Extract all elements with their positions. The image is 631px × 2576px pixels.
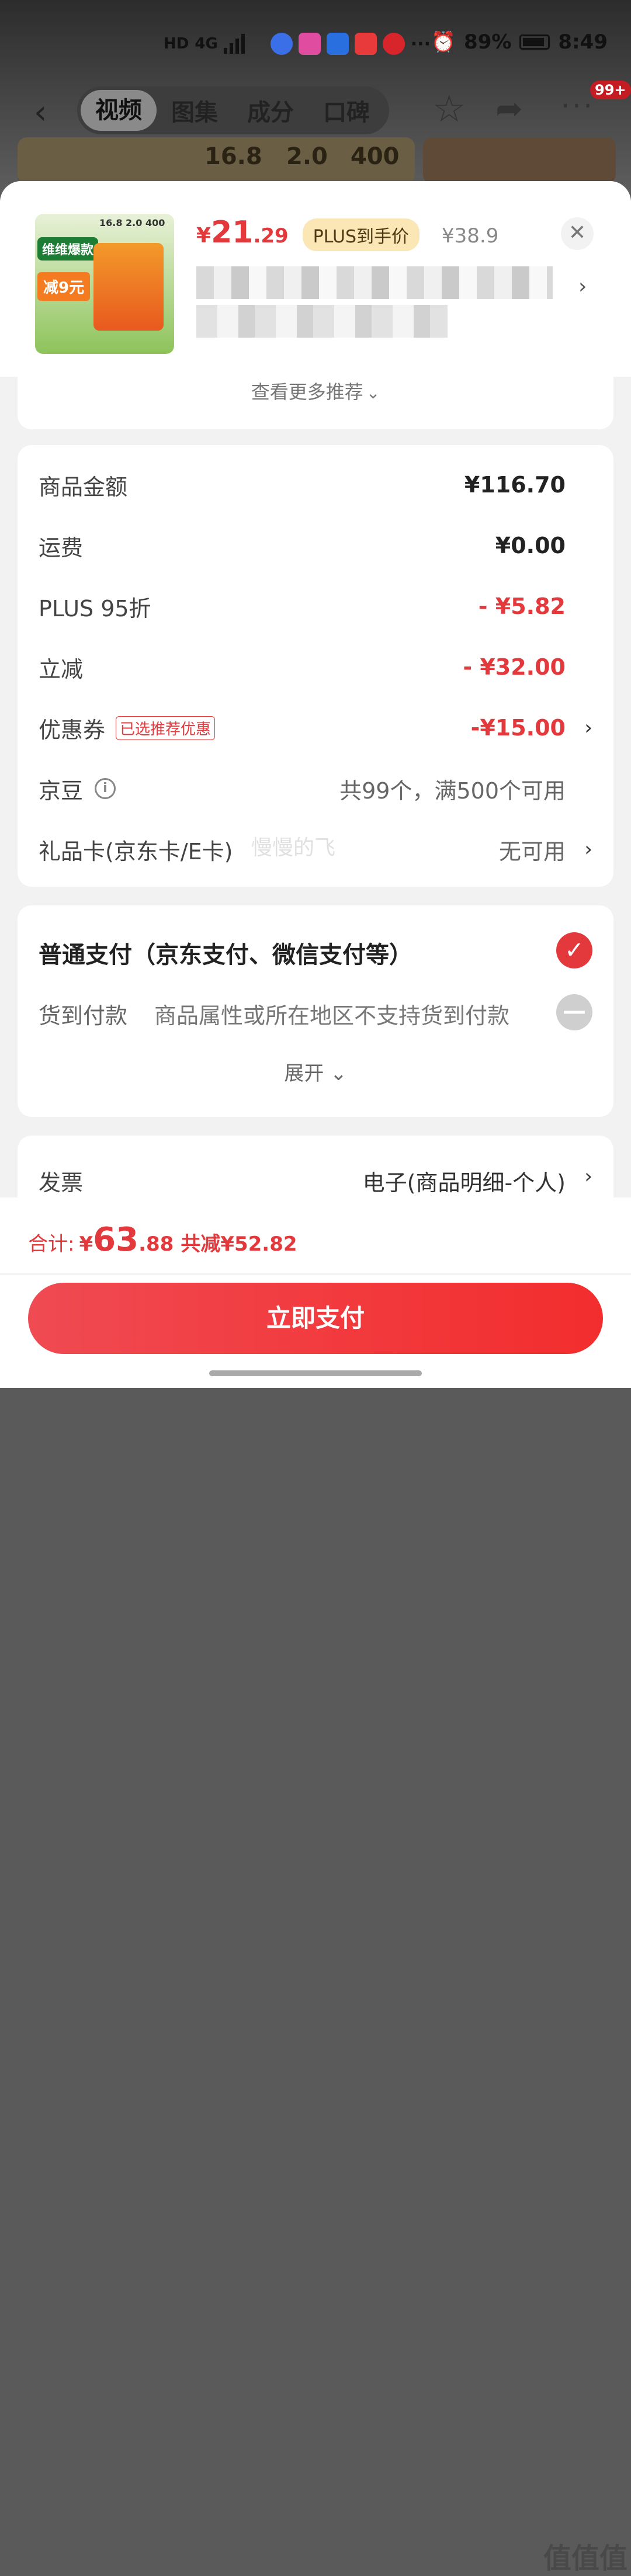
divider xyxy=(0,1273,631,1275)
battery-icon xyxy=(519,34,550,50)
app-notification-icon xyxy=(270,33,293,55)
total-currency: ¥ xyxy=(79,1233,93,1256)
tab-ingredients[interactable]: 成分 xyxy=(233,93,308,127)
payment-method-card: 普通支付（京东支付、微信支付等） ✓ 货到付款 商品属性或所在地区不支持货到付款… xyxy=(18,905,613,1117)
summary-row: 运费 ¥0.00 xyxy=(39,528,592,563)
normal-payment-label[interactable]: 普通支付（京东支付、微信支付等） xyxy=(39,936,412,970)
pay-now-button[interactable]: 立即支付 xyxy=(28,1283,603,1354)
product-thumbnail[interactable]: 16.8 2.0 400 维维爆款 减9元 xyxy=(35,214,174,354)
watermark: 慢慢的飞 xyxy=(251,836,336,860)
price-integer: 21 xyxy=(211,215,254,250)
hero-value: 2.0 xyxy=(286,143,328,170)
row-value: 无可用 xyxy=(498,838,566,865)
hero-value: 400 xyxy=(351,143,400,170)
plus-price-tag: PLUS到手价 xyxy=(302,218,419,251)
favorite-star-icon[interactable]: ☆ xyxy=(432,88,466,131)
check-icon[interactable]: ✓ xyxy=(556,932,592,968)
app-notification-icon xyxy=(298,33,321,55)
signal-icon xyxy=(223,34,247,54)
info-icon[interactable]: i xyxy=(95,778,116,799)
total-integer: 63 xyxy=(93,1221,139,1259)
chevron-right-icon[interactable]: › xyxy=(578,275,587,298)
row-value: ¥116.70 xyxy=(464,472,566,498)
row-value: ¥0.00 xyxy=(495,533,566,558)
alarm-icon: ⏰ xyxy=(431,30,456,54)
price-decimal: .29 xyxy=(253,224,289,248)
row-label: 商品金额 xyxy=(39,474,128,500)
row-label: PLUS 95折 xyxy=(39,595,151,622)
tab-bar: 视频 图集 成分 口碑 xyxy=(77,86,389,134)
disabled-icon: — xyxy=(556,994,592,1030)
invoice-value: 电子(商品明细-个人) xyxy=(362,1170,566,1196)
total-saved: 共减¥52.82 xyxy=(181,1233,297,1256)
chevron-right-icon: › xyxy=(584,716,592,740)
coupon-tag: 已选推荐优惠 xyxy=(116,716,216,740)
expand-button[interactable]: 展开 ⌄ xyxy=(18,1057,613,1086)
row-label: 立减 xyxy=(39,656,84,682)
summary-row: 立减 - ¥32.00 xyxy=(39,650,592,685)
invoice-label: 发票 xyxy=(39,1170,84,1196)
cod-label: 货到付款 xyxy=(39,1003,128,1029)
app-notification-icon xyxy=(354,33,377,55)
summary-row: PLUS 95折 - ¥5.82 xyxy=(39,589,592,624)
clock: 8:49 xyxy=(558,30,608,54)
blurred-product-name xyxy=(196,305,448,338)
jingdou-row: 京豆 i 共99个，满500个可用 xyxy=(39,771,592,806)
status-bar: HD 4G ··· ⏰ 89% 8:49 xyxy=(0,23,631,64)
more-recommendations[interactable]: 查看更多推荐 ⌄ xyxy=(18,377,613,429)
original-price: ¥38.9 xyxy=(441,224,499,248)
message-badge: 99+ xyxy=(590,81,631,99)
thumb-discount: 减9元 xyxy=(37,272,91,301)
more-notifications-icon: ··· xyxy=(410,33,431,54)
back-icon[interactable]: ‹ xyxy=(34,93,47,131)
chevron-right-icon: › xyxy=(584,838,592,861)
close-icon[interactable]: ✕ xyxy=(561,217,594,250)
summary-row: 商品金额 ¥116.70 xyxy=(39,467,592,502)
row-value: - ¥32.00 xyxy=(463,654,566,680)
cod-description: 商品属性或所在地区不支持货到付款 xyxy=(154,1003,510,1029)
network-label: HD xyxy=(164,35,189,53)
row-label: 礼品卡(京东卡/E卡) xyxy=(39,838,233,865)
row-label: 京豆 xyxy=(39,777,84,804)
total-decimal: .88 xyxy=(138,1233,174,1256)
battery-percent: 89% xyxy=(464,30,512,54)
tab-video[interactable]: 视频 xyxy=(81,90,157,131)
hero-thumbnail xyxy=(423,137,616,184)
home-indicator[interactable] xyxy=(209,1370,422,1376)
price-row: ¥ 21 .29 PLUS到手价 ¥38.9 xyxy=(196,215,498,251)
thumb-nums: 16.8 2.0 400 xyxy=(99,217,165,228)
tab-gallery[interactable]: 图集 xyxy=(157,93,233,127)
expand-label: 展开 xyxy=(284,1062,324,1085)
chevron-down-icon: ⌄ xyxy=(366,383,380,402)
chevron-right-icon: › xyxy=(584,1165,592,1188)
price-currency: ¥ xyxy=(196,224,212,248)
product-bag-image xyxy=(93,243,164,331)
total-price: 合计: ¥ 63 .88 共减¥52.82 xyxy=(28,1221,297,1259)
thumb-tag: 维维爆款 xyxy=(37,237,99,261)
row-value: -¥15.00 xyxy=(470,715,566,741)
hero-value: 16.8 xyxy=(204,143,262,170)
blurred-product-name xyxy=(196,266,553,299)
checkout-bar: 合计: ¥ 63 .88 共减¥52.82 立即支付 值值值 xyxy=(0,1197,631,2575)
more-icon[interactable]: ··· xyxy=(561,90,595,123)
hero-banner: 16.8 2.0 400 xyxy=(18,137,415,184)
product-header: 16.8 2.0 400 维维爆款 减9元 ¥ 21 .29 PLUS到手价 ¥… xyxy=(0,181,631,377)
sim-label: 4G xyxy=(195,35,218,53)
total-label: 合计: xyxy=(28,1233,75,1256)
product-nav: ‹ 视频 图集 成分 口碑 ☆ ➦ ··· 99+ xyxy=(0,81,631,140)
more-recommend-label: 查看更多推荐 xyxy=(251,381,363,403)
app-notification-icon xyxy=(326,33,349,55)
price-summary-card: 商品金额 ¥116.70 运费 ¥0.00 PLUS 95折 - ¥5.82 立… xyxy=(18,445,613,887)
app-notification-icon xyxy=(382,33,405,55)
row-label: 优惠券 xyxy=(39,717,106,743)
tab-reviews[interactable]: 口碑 xyxy=(308,93,384,127)
chevron-down-icon: ⌄ xyxy=(324,1062,347,1085)
row-value: - ¥5.82 xyxy=(478,593,566,619)
row-label: 运费 xyxy=(39,534,84,561)
row-value: 共99个，满500个可用 xyxy=(339,777,566,804)
share-icon[interactable]: ➦ xyxy=(495,90,523,128)
site-logo: 值值值 xyxy=(543,2542,628,2575)
coupon-row[interactable]: 优惠券 已选推荐优惠 -¥15.00 › xyxy=(39,710,592,745)
